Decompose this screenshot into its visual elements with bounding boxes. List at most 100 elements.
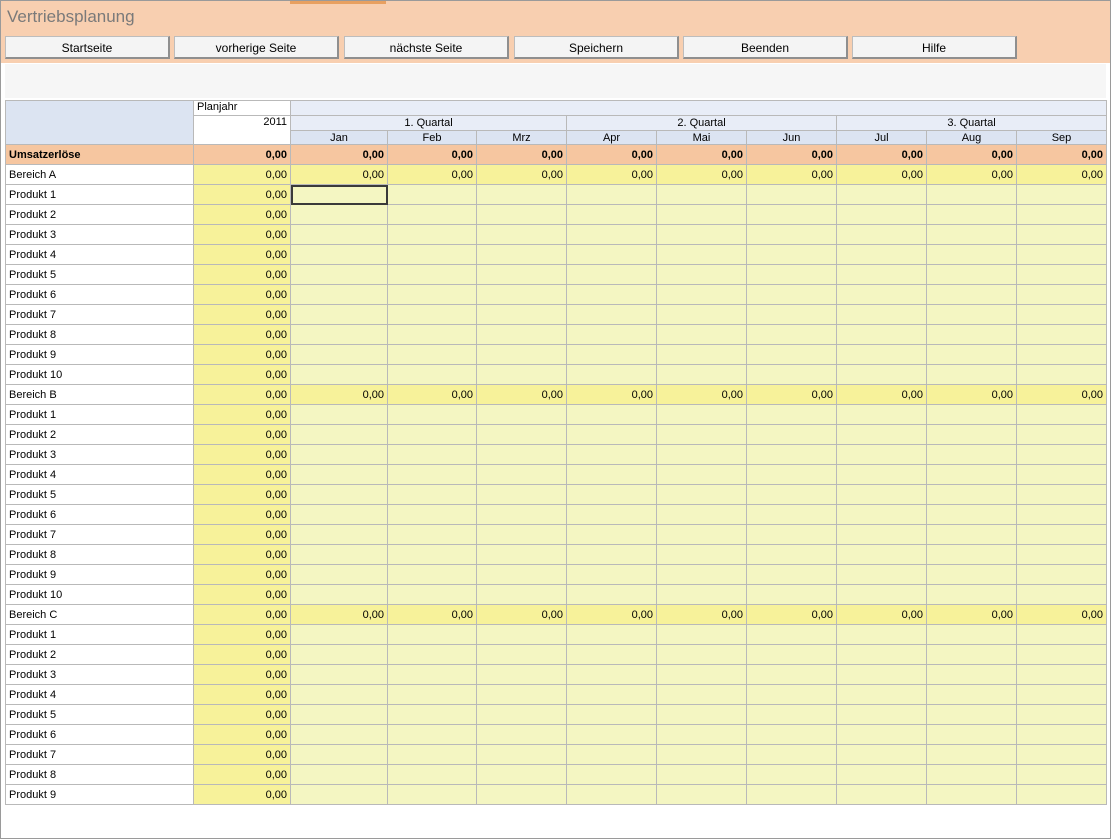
product-month-cell[interactable] [836, 684, 927, 705]
product-month-cell[interactable] [1016, 364, 1107, 385]
product-month-cell[interactable] [836, 564, 927, 585]
product-month-cell[interactable] [1016, 404, 1107, 425]
product-month-cell[interactable] [746, 404, 837, 425]
save-button[interactable]: Speichern [514, 36, 679, 59]
product-month-cell[interactable] [476, 644, 567, 665]
product-month-cell[interactable] [746, 184, 837, 205]
product-month-cell[interactable] [926, 404, 1017, 425]
product-month-cell[interactable] [1016, 704, 1107, 725]
product-month-cell[interactable] [387, 484, 477, 505]
product-month-cell[interactable] [656, 724, 747, 745]
product-month-cell[interactable] [387, 224, 477, 245]
product-month-cell[interactable] [290, 364, 388, 385]
product-month-cell[interactable] [836, 184, 927, 205]
product-month-cell[interactable] [566, 624, 657, 645]
product-month-cell[interactable] [476, 764, 567, 785]
product-month-cell[interactable] [746, 644, 837, 665]
product-month-cell[interactable] [290, 784, 388, 805]
product-month-cell[interactable] [926, 564, 1017, 585]
product-month-cell[interactable] [746, 584, 837, 605]
product-month-cell[interactable] [746, 544, 837, 565]
product-month-cell[interactable] [656, 564, 747, 585]
product-month-cell[interactable] [566, 744, 657, 765]
product-month-cell[interactable] [566, 424, 657, 445]
product-month-cell[interactable] [656, 744, 747, 765]
product-month-cell[interactable] [290, 284, 388, 305]
product-month-cell[interactable] [290, 624, 388, 645]
product-month-cell[interactable] [656, 484, 747, 505]
product-month-cell[interactable] [746, 424, 837, 445]
product-month-cell[interactable] [476, 184, 567, 205]
product-month-cell[interactable] [656, 684, 747, 705]
product-month-cell[interactable] [1016, 464, 1107, 485]
product-month-cell[interactable] [836, 544, 927, 565]
product-month-cell[interactable] [387, 504, 477, 525]
product-month-cell[interactable] [836, 484, 927, 505]
product-month-cell[interactable] [656, 444, 747, 465]
product-month-cell[interactable] [387, 584, 477, 605]
product-month-cell[interactable] [1016, 204, 1107, 225]
product-month-cell[interactable] [387, 284, 477, 305]
product-month-cell[interactable] [566, 504, 657, 525]
product-month-cell[interactable] [566, 704, 657, 725]
product-month-cell[interactable] [566, 564, 657, 585]
product-month-cell[interactable] [1016, 504, 1107, 525]
product-month-cell[interactable] [387, 464, 477, 485]
product-month-cell[interactable] [566, 324, 657, 345]
product-month-cell[interactable] [387, 644, 477, 665]
product-month-cell[interactable] [656, 584, 747, 605]
product-month-cell[interactable] [566, 544, 657, 565]
product-month-cell[interactable] [1016, 324, 1107, 345]
product-month-cell[interactable] [387, 444, 477, 465]
product-month-cell[interactable] [656, 364, 747, 385]
product-month-cell[interactable] [1016, 264, 1107, 285]
product-month-cell[interactable] [1016, 244, 1107, 265]
product-month-cell[interactable] [566, 364, 657, 385]
product-month-cell[interactable] [290, 704, 388, 725]
product-month-cell[interactable] [387, 544, 477, 565]
product-month-cell[interactable] [566, 464, 657, 485]
product-month-cell[interactable] [476, 544, 567, 565]
product-month-cell[interactable] [1016, 184, 1107, 205]
product-month-cell[interactable] [746, 224, 837, 245]
product-month-cell[interactable] [387, 624, 477, 645]
product-month-cell[interactable] [656, 544, 747, 565]
product-month-cell[interactable] [836, 584, 927, 605]
product-month-cell[interactable] [566, 784, 657, 805]
product-month-cell[interactable] [836, 284, 927, 305]
product-month-cell[interactable] [656, 704, 747, 725]
product-month-cell[interactable] [290, 344, 388, 365]
product-month-cell[interactable] [476, 364, 567, 385]
product-month-cell[interactable] [1016, 584, 1107, 605]
product-month-cell[interactable] [290, 224, 388, 245]
product-month-cell[interactable] [387, 204, 477, 225]
product-month-cell[interactable] [656, 264, 747, 285]
product-month-cell[interactable] [926, 664, 1017, 685]
product-month-cell[interactable] [746, 524, 837, 545]
product-month-cell[interactable] [926, 324, 1017, 345]
product-month-cell[interactable] [1016, 304, 1107, 325]
product-month-cell[interactable] [290, 644, 388, 665]
product-month-cell[interactable] [746, 684, 837, 705]
product-month-cell[interactable] [566, 184, 657, 205]
product-month-cell[interactable] [476, 664, 567, 685]
product-month-cell[interactable] [476, 484, 567, 505]
product-month-cell[interactable] [656, 224, 747, 245]
product-month-cell[interactable] [290, 524, 388, 545]
product-month-cell[interactable] [656, 504, 747, 525]
product-month-cell[interactable] [290, 204, 388, 225]
product-month-cell[interactable] [290, 424, 388, 445]
product-month-cell[interactable] [656, 524, 747, 545]
product-month-cell[interactable] [926, 184, 1017, 205]
product-month-cell[interactable] [836, 764, 927, 785]
product-month-cell[interactable] [290, 304, 388, 325]
previous-page-button[interactable]: vorherige Seite [174, 36, 339, 59]
product-month-cell[interactable] [656, 404, 747, 425]
product-month-cell[interactable] [836, 504, 927, 525]
product-month-cell[interactable] [566, 484, 657, 505]
product-month-cell[interactable] [290, 444, 388, 465]
product-month-cell[interactable] [836, 204, 927, 225]
product-month-cell[interactable] [656, 644, 747, 665]
product-month-cell[interactable] [656, 184, 747, 205]
product-month-cell[interactable] [476, 324, 567, 345]
